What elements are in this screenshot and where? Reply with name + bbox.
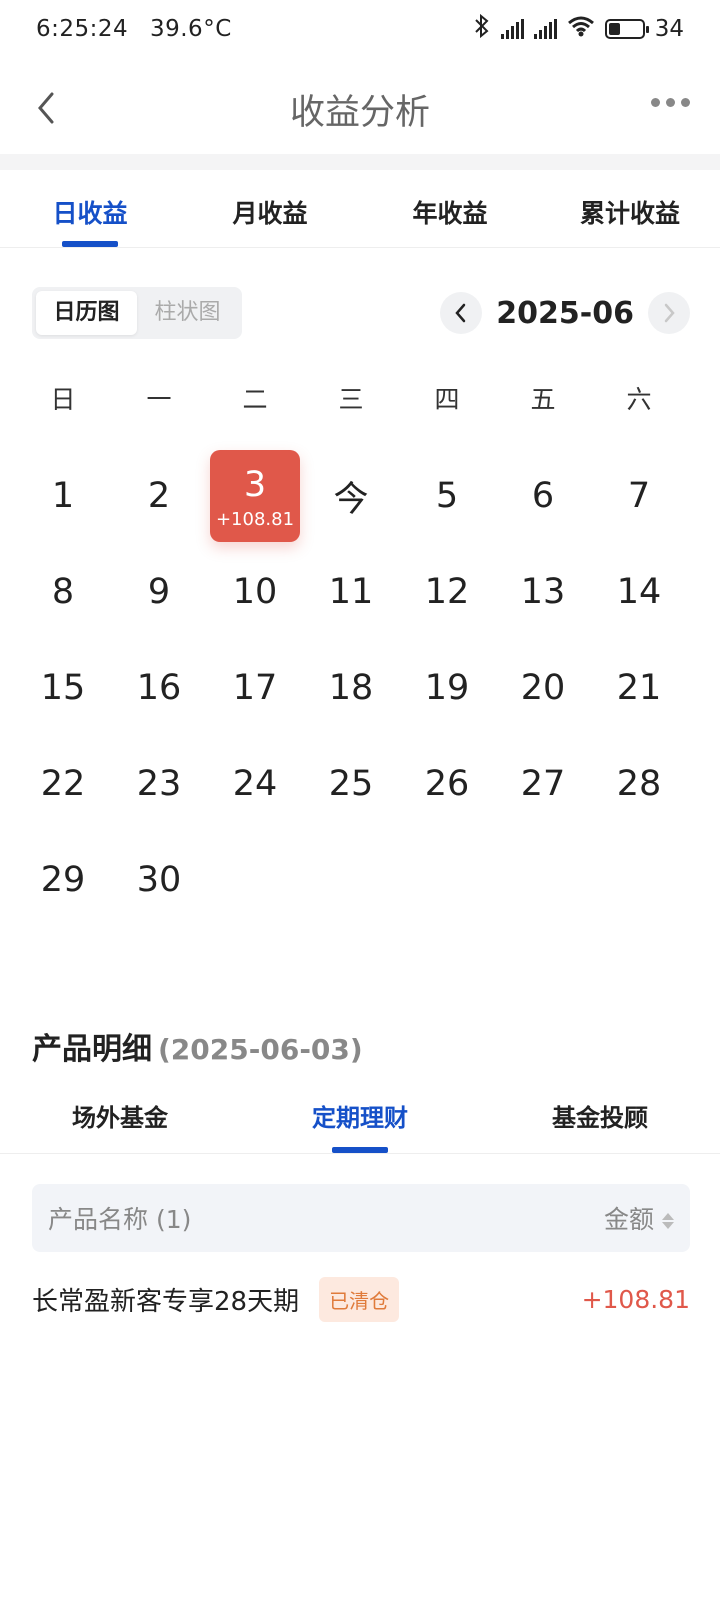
calendar-day-today[interactable]: 今 [303,448,399,544]
calendar-day[interactable]: 8 [15,544,111,640]
sort-icon [662,1213,674,1229]
column-product-name: 产品名称 (1) [48,1205,192,1234]
weekday-label: 日 [50,385,76,414]
month-label: 2025-06 [496,295,634,331]
calendar-day[interactable]: 27 [495,736,591,832]
product-tabs: 场外基金 定期理财 基金投顾 [0,1084,720,1154]
calendar-day[interactable]: 28 [591,736,687,832]
tab-yearly[interactable]: 年收益 [360,170,540,247]
weekday-label: 一 [146,385,172,414]
calendar-day[interactable]: 17 [207,640,303,736]
bluetooth-icon [473,13,491,44]
weekday-header: 日 一 二 三 四 五 六 [15,380,705,416]
calendar-day[interactable]: 14 [591,544,687,640]
weekday-label: 二 [242,385,268,414]
chevron-right-icon [664,303,675,323]
column-amount: 金额 [603,1205,654,1234]
calendar-day[interactable]: 21 [591,640,687,736]
calendar-day[interactable]: 22 [15,736,111,832]
divider-band [0,154,720,170]
battery-icon [604,19,649,39]
signal-2-icon [533,19,557,39]
calendar-day[interactable]: 7 [591,448,687,544]
calendar-day[interactable]: 12 [399,544,495,640]
status-right: 34 [473,13,684,44]
weekday-label: 六 [626,385,652,414]
battery-percent: 34 [654,16,684,42]
tab-monthly[interactable]: 月收益 [180,170,360,247]
detail-title: 产品明细 [32,1032,152,1067]
list-header: 产品名称 (1) 金额 [32,1184,690,1252]
page-title: 收益分析 [289,93,430,133]
view-toggle: 日历图 柱状图 [32,287,242,339]
calendar-grid: 1 2 3 +108.81 今 5 6 7 8 9 10 11 12 13 14… [15,448,705,928]
chevron-left-icon [455,303,466,323]
next-month-button[interactable] [648,292,690,334]
product-name: 长常盈新客专享28天期 [32,1286,300,1317]
calendar-day[interactable]: 11 [303,544,399,640]
signal-icon [500,19,524,39]
calendar-day[interactable]: 13 [495,544,591,640]
calendar-day-selected[interactable]: 3 +108.81 [210,450,300,542]
selected-day-number: 3 [243,465,267,505]
calendar-day[interactable]: 2 [111,448,207,544]
selected-day-amount: +108.81 [215,509,295,530]
calendar-view-button[interactable]: 日历图 [36,291,137,335]
calendar-day[interactable]: 1 [15,448,111,544]
calendar-day[interactable]: 30 [111,832,207,928]
bar-view-button[interactable]: 柱状图 [137,291,238,335]
calendar-day[interactable]: 10 [207,544,303,640]
weekday-label: 五 [530,385,556,414]
nav-bar: 收益分析 [0,64,720,154]
main-tabs: 日收益 月收益 年收益 累计收益 [0,170,720,248]
calendar-day[interactable]: 19 [399,640,495,736]
calendar-day[interactable]: 25 [303,736,399,832]
month-nav: 2025-06 [440,292,690,334]
calendar-day[interactable]: 6 [495,448,591,544]
calendar-day[interactable]: 29 [15,832,111,928]
tab-fixed-term[interactable]: 定期理财 [240,1084,480,1153]
battery-fill [608,23,620,35]
calendar-day[interactable]: 20 [495,640,591,736]
tab-cumulative[interactable]: 累计收益 [540,170,720,247]
weekday-label: 四 [434,385,460,414]
calendar-day[interactable]: 26 [399,736,495,832]
weekday-label: 三 [338,385,364,414]
column-amount-sort[interactable]: 金额 [604,1200,674,1236]
tab-otc-funds[interactable]: 场外基金 [0,1084,240,1153]
calendar-day[interactable]: 16 [111,640,207,736]
status-bar: 6:25:24 39.6°C 34 [0,0,720,64]
list-item[interactable]: 长常盈新客专享28天期 已清仓 +108.81 [32,1276,690,1322]
calendar-day[interactable]: 9 [111,544,207,640]
calendar-day[interactable]: 5 [399,448,495,544]
status-badge: 已清仓 [319,1276,400,1322]
detail-date: (2025-06-03) [158,1033,363,1066]
more-button[interactable] [651,98,690,107]
detail-section-title: 产品明细 (2025-06-03) [32,1024,363,1068]
list-item-left: 长常盈新客专享28天期 已清仓 [32,1276,400,1322]
tab-fund-advisory[interactable]: 基金投顾 [480,1084,720,1153]
calendar-day[interactable]: 23 [111,736,207,832]
calendar-day[interactable]: 24 [207,736,303,832]
status-time: 6:25:24 [36,16,129,42]
calendar-day[interactable]: 18 [303,640,399,736]
product-amount: +108.81 [581,1284,690,1314]
wifi-icon [567,15,595,43]
status-left: 6:25:24 39.6°C [36,16,246,42]
status-temperature: 39.6°C [149,16,232,42]
tab-daily[interactable]: 日收益 [0,170,180,247]
prev-month-button[interactable] [440,292,483,334]
calendar-day[interactable]: 15 [15,640,111,736]
